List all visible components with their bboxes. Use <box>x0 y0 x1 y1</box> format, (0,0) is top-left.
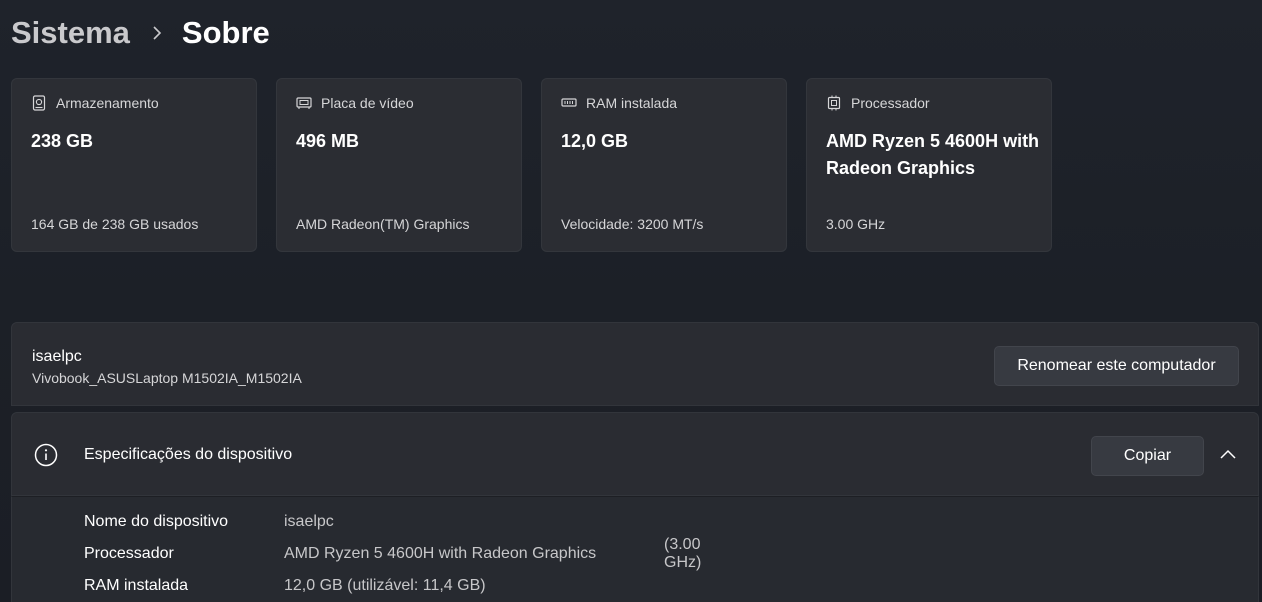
spec-value: AMD Ryzen 5 4600H with Radeon Graphics <box>284 545 597 562</box>
ram-value: 12,0 GB <box>561 131 629 151</box>
cpu-icon <box>826 95 842 111</box>
storage-icon <box>31 95 47 111</box>
spec-value: 12,0 GB (utilizável: 11,4 GB) <box>284 577 486 594</box>
settings-page: Sistema Sobre Armazenamento 238 GB 164 G… <box>0 0 1262 602</box>
device-specs-body: Nome do dispositivo isaelpc Processador … <box>11 496 1259 602</box>
storage-usage: 164 GB de 238 GB usados <box>31 216 199 232</box>
device-model: Vivobook_ASUSLaptop M1502IA_M1502IA <box>32 370 302 386</box>
info-icon <box>34 443 58 467</box>
gpu-card: Placa de vídeo 496 MB AMD Radeon(TM) Gra… <box>276 78 522 252</box>
storage-value: 238 GB <box>31 131 94 151</box>
gpu-value: 496 MB <box>296 131 360 151</box>
ram-icon <box>561 95 577 111</box>
specs-title: Especificações do dispositivo <box>84 446 293 463</box>
spec-row-processor: Processador AMD Ryzen 5 4600H with Radeo… <box>84 536 701 571</box>
cpu-card: Processador AMD Ryzen 5 4600H with Radeo… <box>806 78 1052 252</box>
spec-label: RAM instalada <box>84 577 189 594</box>
spec-label: Processador <box>84 545 174 562</box>
card-header: Processador <box>826 95 930 111</box>
card-header: RAM instalada <box>561 95 677 111</box>
card-title: RAM instalada <box>586 95 678 111</box>
card-header: Placa de vídeo <box>296 95 414 111</box>
cpu-value: AMD Ryzen 5 4600H with Radeon Graphics <box>826 131 1040 178</box>
card-title: Processador <box>851 95 930 111</box>
device-name: isaelpc <box>32 348 82 365</box>
spec-extra: (3.00 GHz) <box>664 536 702 571</box>
card-title: Armazenamento <box>56 95 159 111</box>
ram-card: RAM instalada 12,0 GB Velocidade: 3200 M… <box>541 78 787 252</box>
gpu-icon <box>296 95 312 111</box>
breadcrumb-parent[interactable]: Sistema <box>11 15 130 51</box>
storage-card: Armazenamento 238 GB 164 GB de 238 GB us… <box>11 78 257 252</box>
copy-button[interactable]: Copiar <box>1091 436 1204 476</box>
chevron-up-icon[interactable] <box>1218 445 1238 465</box>
card-header: Armazenamento <box>31 95 159 111</box>
page-title: Sobre <box>181 15 270 50</box>
gpu-name: AMD Radeon(TM) Graphics <box>296 216 470 232</box>
spec-row-device-name: Nome do dispositivo isaelpc <box>84 510 334 534</box>
spec-value: isaelpc <box>284 513 334 530</box>
spec-label: Nome do dispositivo <box>84 513 229 530</box>
breadcrumb: Sistema Sobre <box>11 10 270 56</box>
cpu-speed: 3.00 GHz <box>826 216 886 232</box>
rename-computer-button[interactable]: Renomear este computador <box>994 346 1239 386</box>
device-name-panel: isaelpc Vivobook_ASUSLaptop M1502IA_M150… <box>11 322 1259 406</box>
spec-row-ram: RAM instalada 12,0 GB (utilizável: 11,4 … <box>84 574 486 598</box>
ram-speed: Velocidade: 3200 MT/s <box>561 216 704 232</box>
card-title: Placa de vídeo <box>321 95 414 111</box>
device-specs-header[interactable]: Especificações do dispositivo Copiar <box>11 412 1259 496</box>
chevron-right-icon <box>152 25 162 41</box>
